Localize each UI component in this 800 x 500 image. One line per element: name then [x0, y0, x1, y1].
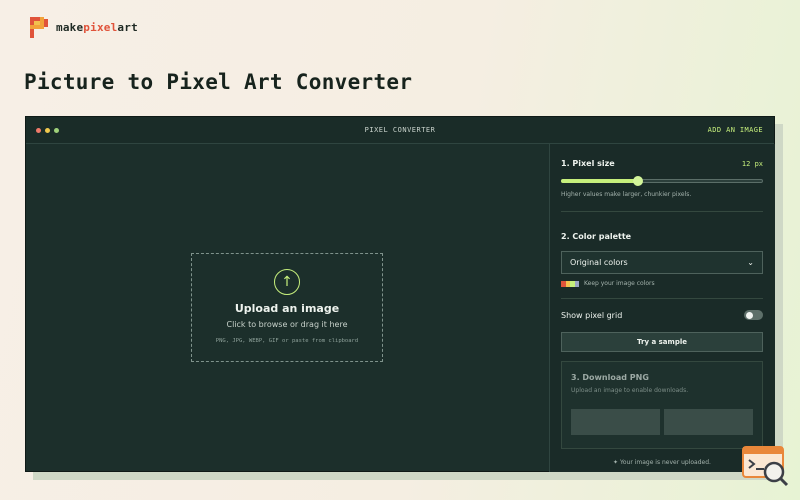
download-button-disabled[interactable]	[571, 409, 660, 435]
page-title: Picture to Pixel Art Converter	[24, 70, 413, 94]
pixel-grid-label: Show pixel grid	[561, 310, 623, 320]
palette-select[interactable]: Original colors ⌄	[561, 251, 763, 274]
slider-fill	[561, 179, 638, 183]
palette-title: 2. Color palette	[561, 232, 632, 241]
logo-icon	[30, 17, 48, 38]
arrow-up-icon: ↑	[274, 269, 300, 295]
converter-window: PIXEL CONVERTER ADD AN IMAGE ↑ Upload an…	[25, 116, 775, 472]
download-button-disabled[interactable]	[664, 409, 753, 435]
brand-name: makepixelart	[56, 21, 138, 34]
converter-search-icon	[742, 446, 790, 488]
try-sample-button[interactable]: Try a sample	[561, 332, 763, 352]
canvas-area: ↑ Upload an image Click to browse or dra…	[26, 144, 549, 472]
palette-note: Keep your image colors	[584, 280, 655, 287]
pixel-size-value: 12 px	[741, 159, 763, 168]
download-card: 3. Download PNG Upload an image to enabl…	[561, 361, 763, 449]
pixel-size-helper: Higher values make larger, chunkier pixe…	[561, 191, 692, 198]
pixel-size-slider[interactable]	[561, 176, 763, 186]
swatch	[574, 280, 579, 287]
brand[interactable]: makepixelart	[30, 17, 138, 38]
chevron-down-icon: ⌄	[747, 258, 754, 267]
upload-subtitle: Click to browse or drag it here	[226, 320, 348, 329]
upload-title: Upload an image	[234, 302, 340, 315]
download-subtitle: Upload an image to enable downloads.	[571, 387, 689, 394]
settings-panel: 1. Pixel size 12 px Higher values make l…	[549, 144, 775, 472]
window-title: PIXEL CONVERTER	[364, 126, 436, 134]
window-titlebar: PIXEL CONVERTER ADD AN IMAGE	[26, 117, 774, 144]
toggle-knob	[745, 311, 753, 319]
download-title: 3. Download PNG	[571, 373, 649, 382]
upload-dropzone[interactable]: ↑ Upload an image Click to browse or dra…	[191, 253, 383, 362]
pixel-grid-toggle[interactable]	[744, 310, 763, 320]
privacy-note: ✦ Your image is never uploaded.	[613, 459, 711, 466]
palette-swatches-icon	[561, 280, 579, 287]
slider-thumb[interactable]	[632, 176, 643, 186]
pixel-size-title: 1. Pixel size	[561, 159, 615, 168]
add-image-link[interactable]: ADD AN IMAGE	[708, 126, 763, 134]
palette-selected: Original colors	[570, 258, 628, 267]
upload-hint: PNG, JPG, WEBP, GIF or paste from clipbo…	[215, 338, 359, 344]
